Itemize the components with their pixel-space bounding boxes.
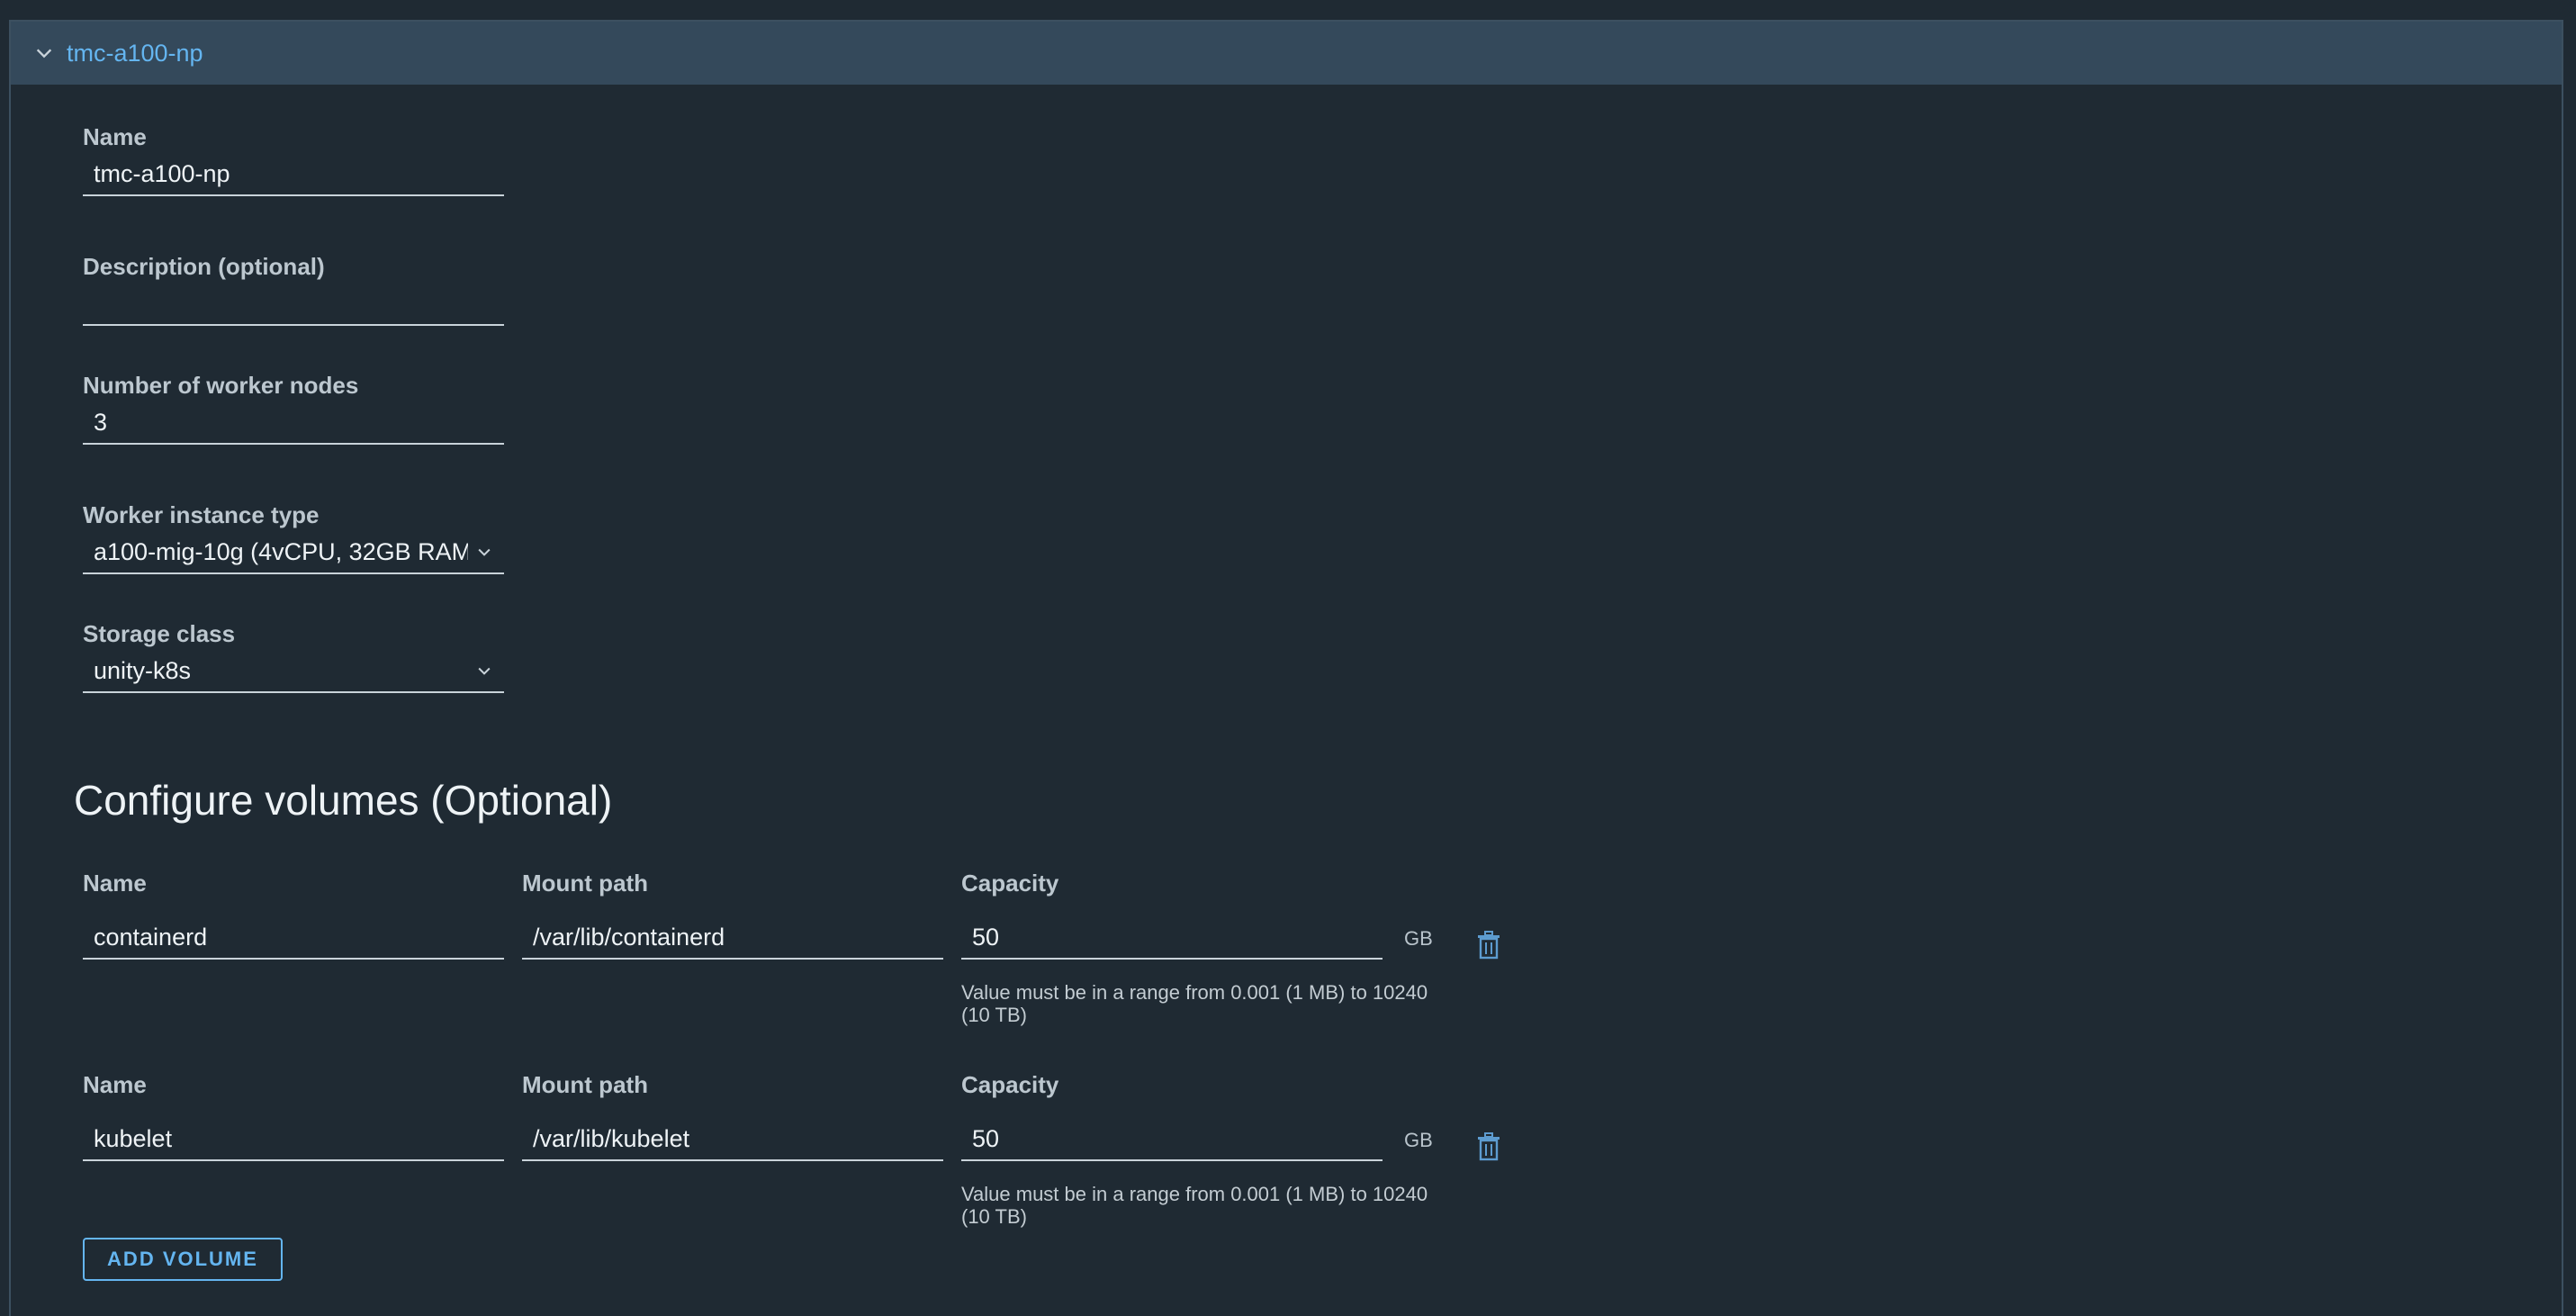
- chevron-down-icon: [478, 548, 491, 556]
- capacity-label: Capacity: [961, 870, 1059, 897]
- capacity-unit: GB: [1404, 927, 1433, 950]
- add-volume-button[interactable]: ADD VOLUME: [83, 1238, 283, 1281]
- mount-path-label: Mount path: [522, 1071, 649, 1098]
- instance-type-label: Worker instance type: [83, 501, 320, 528]
- mount-path-input[interactable]: [522, 1118, 943, 1161]
- storage-class-value: unity-k8s: [94, 656, 192, 684]
- storage-class-select[interactable]: unity-k8s: [83, 650, 504, 693]
- mount-path-input[interactable]: [522, 916, 943, 960]
- capacity-input[interactable]: [961, 1118, 1383, 1161]
- volume-name-label: Name: [83, 870, 147, 897]
- capacity-helper-text: Value must be in a range from 0.001 (1 M…: [961, 1183, 1428, 1228]
- name-label: Name: [83, 123, 147, 150]
- storage-class-label: Storage class: [83, 620, 236, 647]
- mount-path-label: Mount path: [522, 870, 649, 897]
- trash-icon[interactable]: [1476, 1132, 1501, 1161]
- capacity-label: Capacity: [961, 1071, 1059, 1098]
- trash-icon[interactable]: [1476, 931, 1501, 960]
- description-label: Description (optional): [83, 253, 325, 280]
- instance-type-select[interactable]: a100-mig-10g (4vCPU, 32GB RAM): [83, 531, 504, 574]
- instance-type-value: a100-mig-10g (4vCPU, 32GB RAM): [94, 537, 468, 565]
- node-pool-panel-header[interactable]: tmc-a100-np: [11, 22, 2562, 85]
- capacity-helper-text: Value must be in a range from 0.001 (1 M…: [961, 981, 1428, 1026]
- worker-nodes-input[interactable]: [83, 401, 504, 445]
- volume-name-input[interactable]: [83, 916, 504, 960]
- capacity-input[interactable]: [961, 916, 1383, 960]
- chevron-down-icon: [478, 667, 491, 675]
- capacity-unit: GB: [1404, 1129, 1433, 1151]
- name-input[interactable]: [83, 153, 504, 196]
- volume-name-label: Name: [83, 1071, 147, 1098]
- volumes-heading: Configure volumes (Optional): [74, 777, 613, 824]
- chevron-down-icon[interactable]: [34, 43, 54, 63]
- description-input[interactable]: [83, 283, 504, 326]
- panel-title[interactable]: tmc-a100-np: [67, 40, 203, 68]
- worker-nodes-label: Number of worker nodes: [83, 372, 359, 399]
- volume-name-input[interactable]: [83, 1118, 504, 1161]
